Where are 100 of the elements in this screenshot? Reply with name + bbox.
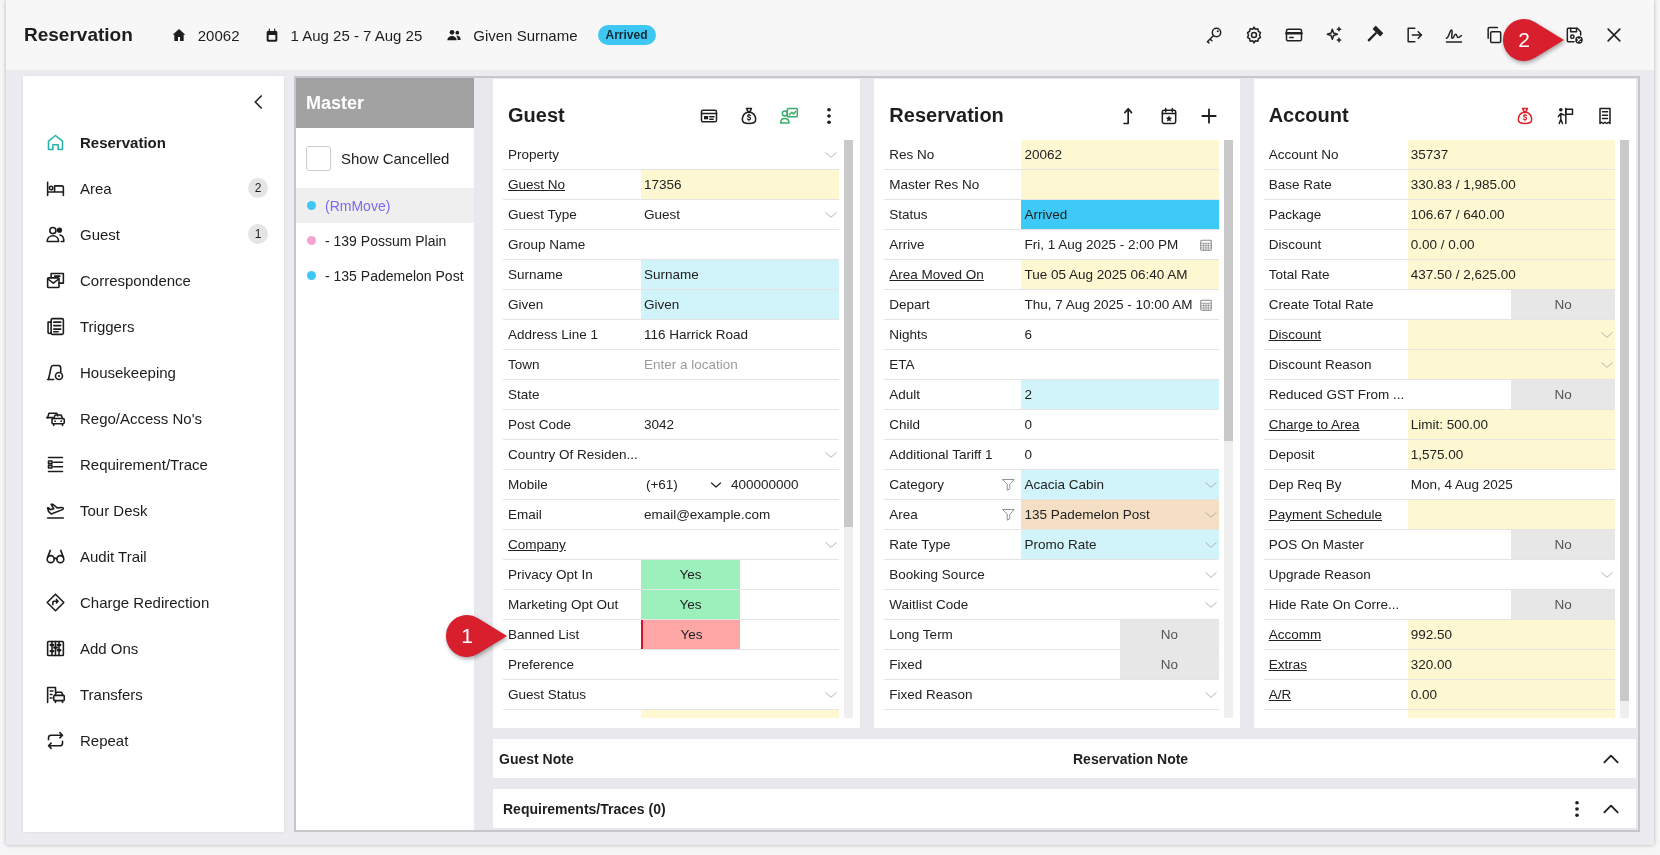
- nav-item[interactable]: Correspondence: [45, 269, 191, 291]
- text-field[interactable]: 116 Harrick Road: [640, 320, 840, 349]
- toggle-button[interactable]: No: [1120, 620, 1219, 649]
- field-label: Banned List: [508, 627, 580, 642]
- field-link[interactable]: A/R: [1268, 687, 1292, 702]
- field-link[interactable]: Guest No: [508, 177, 566, 192]
- text-field[interactable]: Given: [640, 290, 840, 319]
- dropdown-field[interactable]: Guest: [640, 200, 840, 229]
- list-item[interactable]: - 135 Pademelon Post: [296, 258, 474, 293]
- field-link[interactable]: Payment Schedule: [1268, 507, 1382, 522]
- text-field[interactable]: Surname: [640, 260, 840, 289]
- person-chart-icon[interactable]: [779, 105, 800, 126]
- text-field[interactable]: 400000000: [730, 477, 799, 492]
- text-field[interactable]: email@example.com: [640, 500, 840, 529]
- nav-item[interactable]: Area: [45, 177, 112, 199]
- field-link[interactable]: Charge to Area: [1268, 417, 1360, 432]
- toggle-button[interactable]: Yes: [640, 590, 741, 619]
- toggle-button[interactable]: No: [1511, 290, 1615, 319]
- toggle-button[interactable]: No: [1511, 530, 1615, 559]
- nav-item[interactable]: Transfers: [45, 683, 143, 705]
- field-label: Create Total Rate: [1268, 297, 1374, 312]
- calendar-icon[interactable]: [1198, 297, 1213, 312]
- text-field[interactable]: 992.50: [1407, 620, 1615, 649]
- scrollbar-thumb[interactable]: [1223, 140, 1233, 441]
- text-field[interactable]: Limit: 500.00: [1407, 410, 1615, 439]
- text-field[interactable]: Enter a location: [640, 350, 840, 379]
- nav-item[interactable]: Add Ons: [45, 637, 139, 659]
- list-item[interactable]: - 139 Possum Plain: [296, 223, 474, 258]
- dropdown-field[interactable]: 135 Pademelon Post: [1021, 500, 1219, 529]
- nav-item[interactable]: Triggers: [45, 315, 135, 337]
- toggle-button[interactable]: No: [1120, 650, 1219, 679]
- text-field[interactable]: Arrived: [1021, 200, 1219, 229]
- text-field[interactable]: 0: [1021, 410, 1219, 439]
- text-field[interactable]: 2: [1021, 380, 1219, 409]
- text-field[interactable]: 17356: [640, 170, 840, 199]
- nav-item[interactable]: Tour Desk: [45, 499, 148, 521]
- date-field[interactable]: Thu, 7 Aug 2025 - 10:00 AM: [1021, 290, 1219, 319]
- toggle-button[interactable]: No: [1511, 590, 1615, 619]
- text-field[interactable]: 1,575.00: [1407, 440, 1615, 469]
- text-field[interactable]: 6: [1021, 320, 1219, 349]
- text-field[interactable]: Mon, 4 Aug 2025: [1407, 470, 1615, 499]
- scrollbar-thumb[interactable]: [844, 140, 854, 528]
- nav-item[interactable]: Repeat: [45, 729, 129, 751]
- field-label: Preference: [508, 657, 575, 672]
- text-field[interactable]: [1407, 710, 1615, 718]
- nav-item[interactable]: Charge Redirection: [45, 591, 210, 613]
- field-link[interactable]: Area Moved On: [889, 267, 984, 282]
- text-field[interactable]: 106.67 / 640.00: [1407, 200, 1615, 229]
- text-field[interactable]: 437.50 / 2,625.00: [1407, 260, 1615, 289]
- checkbox-label[interactable]: Show Cancelled: [341, 149, 450, 167]
- text-field[interactable]: 35737: [1407, 140, 1615, 169]
- filter-icon[interactable]: [1001, 477, 1017, 492]
- text-field[interactable]: 320.00: [1407, 650, 1615, 679]
- key-icon[interactable]: [1204, 25, 1224, 45]
- text-field[interactable]: [1407, 500, 1615, 529]
- dropdown-field[interactable]: Promo Rate: [1021, 530, 1219, 559]
- field-link[interactable]: Company: [508, 537, 566, 552]
- nav-item[interactable]: Reservation: [45, 131, 166, 153]
- text-field[interactable]: [1021, 170, 1219, 199]
- field-link[interactable]: Extras: [1268, 657, 1307, 672]
- text-field[interactable]: 20062: [1021, 140, 1219, 169]
- person-sign-icon[interactable]: [1555, 105, 1575, 126]
- toggle-button[interactable]: Yes: [640, 620, 741, 649]
- copy-icon[interactable]: [1484, 25, 1504, 45]
- toggle-button[interactable]: No: [1511, 380, 1615, 409]
- settings-icon[interactable]: [1244, 25, 1264, 45]
- close-icon[interactable]: [1604, 25, 1624, 45]
- save-icon[interactable]: [1564, 25, 1584, 45]
- text-field[interactable]: Tue 05 Aug 2025 06:40 AM: [1021, 260, 1219, 289]
- credit-card-icon[interactable]: [1284, 25, 1304, 45]
- nav-item[interactable]: Housekeeping: [45, 361, 176, 383]
- list-item[interactable]: (RmMove): [296, 188, 474, 223]
- checkbox[interactable]: [306, 145, 331, 171]
- calendar-icon[interactable]: [1198, 237, 1213, 252]
- text-field[interactable]: 330.83 / 1,985.00: [1407, 170, 1615, 199]
- field-link[interactable]: Discount: [1268, 327, 1322, 342]
- nav-item[interactable]: Guest: [45, 223, 121, 245]
- logout-icon[interactable]: [1404, 25, 1424, 45]
- text-field[interactable]: [640, 710, 840, 718]
- field-label: Guest Status: [508, 687, 587, 702]
- dropdown-field[interactable]: Acacia Cabin: [1021, 470, 1219, 499]
- sparkles-icon[interactable]: [1324, 25, 1344, 45]
- field-label: Nights: [889, 327, 928, 342]
- text-field[interactable]: 0.00: [1407, 680, 1615, 709]
- field-label: Discount Reason: [1268, 357, 1372, 372]
- nav-item[interactable]: Requirement/Trace: [45, 453, 208, 475]
- dropdown-field[interactable]: [1407, 350, 1615, 379]
- dropdown-field[interactable]: [1407, 320, 1615, 349]
- filter-icon[interactable]: [1001, 507, 1017, 522]
- field-link[interactable]: Accomm: [1268, 627, 1322, 642]
- text-field[interactable]: 0: [1021, 440, 1219, 469]
- dropdown-field[interactable]: (+61): [643, 477, 722, 492]
- people-icon: [446, 27, 463, 43]
- field-label: ETA: [889, 357, 915, 372]
- date-field[interactable]: Fri, 1 Aug 2025 - 2:00 PM: [1021, 230, 1219, 259]
- text-field[interactable]: 0.00 / 0.00: [1407, 230, 1615, 259]
- nav-item[interactable]: Audit Trail: [45, 545, 147, 567]
- toggle-button[interactable]: Yes: [640, 560, 741, 589]
- text-field[interactable]: 3042: [640, 410, 840, 439]
- nav-item[interactable]: Rego/Access No's: [45, 407, 203, 429]
